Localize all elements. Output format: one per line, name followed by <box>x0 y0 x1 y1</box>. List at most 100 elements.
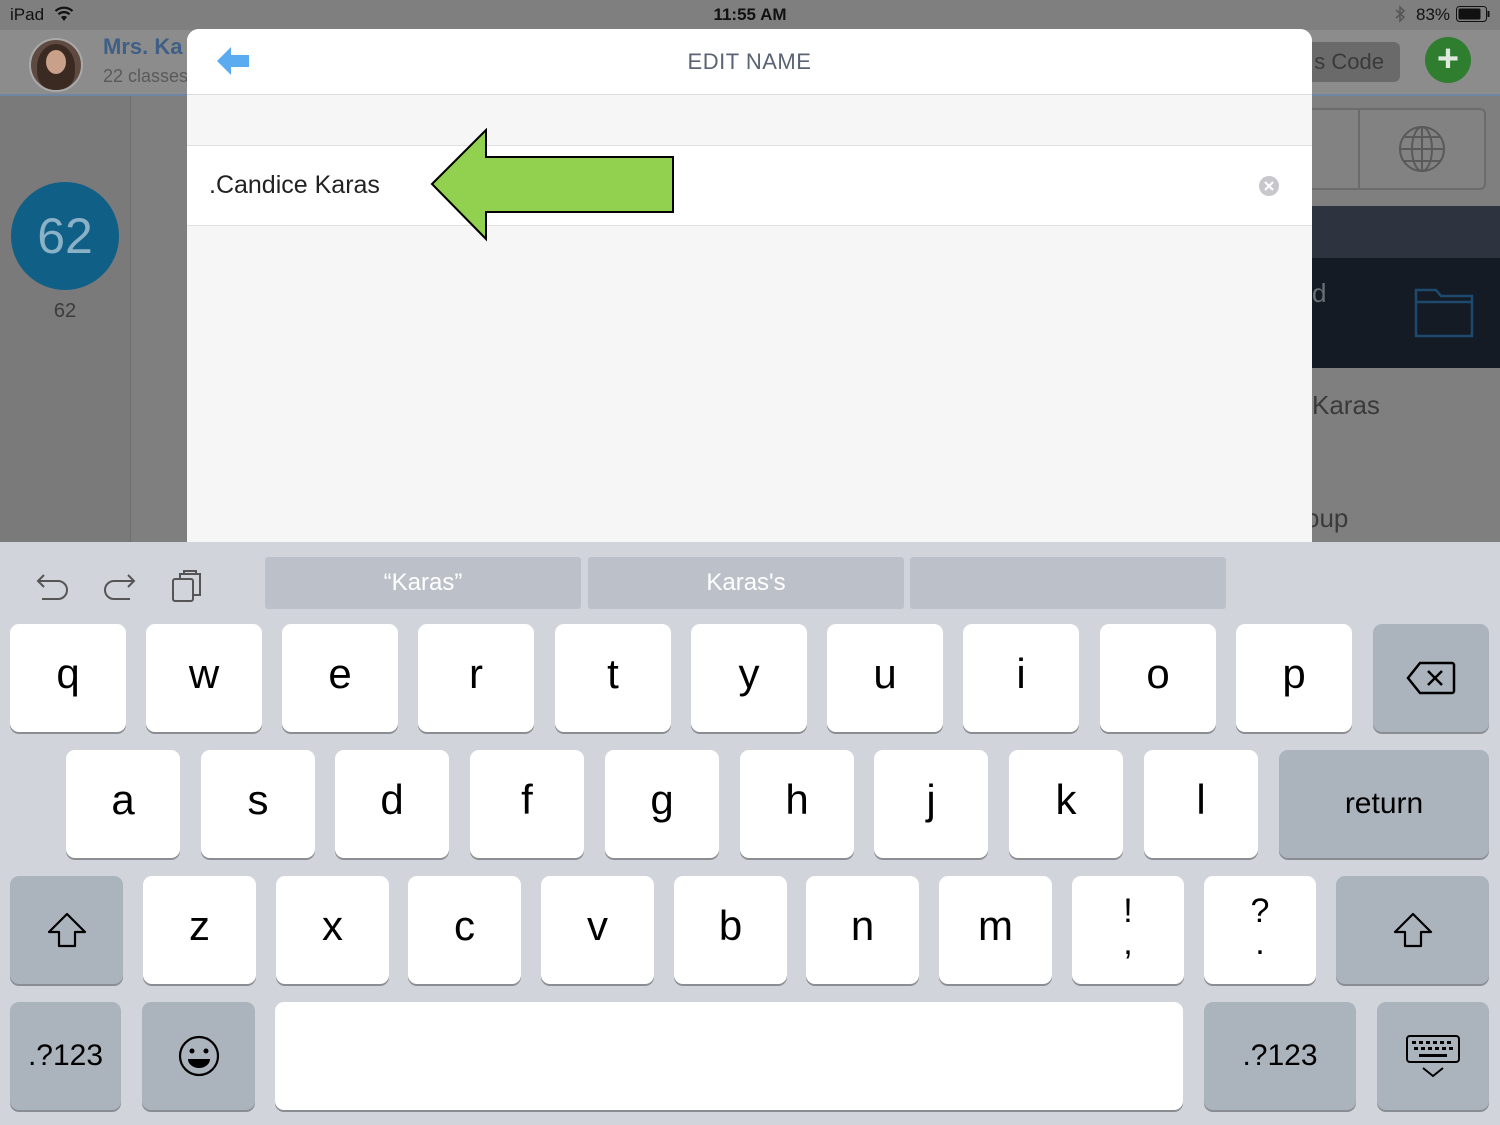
shift-icon <box>47 912 86 948</box>
key-label: d <box>380 776 404 823</box>
key-label: p <box>1282 650 1306 697</box>
undo-icon[interactable] <box>34 571 70 603</box>
dark-row-text: d <box>1312 278 1327 308</box>
shift-key-left[interactable] <box>10 876 123 984</box>
key-h[interactable]: h <box>740 750 854 858</box>
key-label: u <box>873 650 897 697</box>
key-label: a <box>111 776 135 823</box>
key-e[interactable]: e <box>282 624 398 732</box>
key-y[interactable]: y <box>691 624 807 732</box>
name-field-row <box>187 145 1312 226</box>
key-f[interactable]: f <box>470 750 584 858</box>
key-label-bottom: , <box>1123 924 1133 962</box>
key-u[interactable]: u <box>827 624 943 732</box>
suggestion-1[interactable]: “Karas” <box>265 557 581 609</box>
key-label: v <box>587 902 608 949</box>
key-label: q <box>56 650 80 697</box>
name-input[interactable] <box>209 166 1219 204</box>
key-r[interactable]: r <box>418 624 534 732</box>
key-label: w <box>188 650 220 697</box>
space-key[interactable] <box>275 1002 1183 1110</box>
key-q[interactable]: q <box>10 624 126 732</box>
key-label: .?123 <box>27 1039 104 1072</box>
key-label-top: ? <box>1250 892 1270 930</box>
numbers-key-right[interactable]: .?123 <box>1204 1002 1356 1110</box>
battery-icon <box>1456 6 1490 22</box>
suggestion-3[interactable] <box>910 557 1226 609</box>
backspace-key[interactable] <box>1373 624 1489 732</box>
key-label: t <box>607 650 619 697</box>
key-k[interactable]: k <box>1009 750 1123 858</box>
folder-icon <box>1414 288 1474 338</box>
key-l[interactable]: l <box>1144 750 1258 858</box>
key-label: i <box>1016 650 1026 697</box>
clear-icon[interactable] <box>1258 175 1280 197</box>
key-label: .?123 <box>1242 1039 1318 1072</box>
key-v[interactable]: v <box>541 876 654 984</box>
key-label: x <box>322 902 343 949</box>
key-label: c <box>454 902 475 949</box>
key-label-bottom: . <box>1255 924 1265 962</box>
keyboard-dismiss-icon <box>1406 1035 1460 1078</box>
key-label: s <box>247 776 269 823</box>
key-n[interactable]: n <box>806 876 919 984</box>
key-label: m <box>978 902 1013 949</box>
key-label: k <box>1055 776 1077 823</box>
key-label: f <box>521 776 533 823</box>
key-label: l <box>1196 776 1206 823</box>
key-exclaim-comma[interactable]: ! , <box>1072 876 1184 984</box>
edit-name-modal: EDIT NAME <box>187 29 1312 549</box>
key-a[interactable]: a <box>66 750 180 858</box>
key-label: o <box>1146 650 1170 697</box>
key-i[interactable]: i <box>963 624 1079 732</box>
teacher-name: Mrs. Ka <box>103 34 183 59</box>
key-o[interactable]: o <box>1100 624 1216 732</box>
emoji-icon <box>178 1035 219 1077</box>
key-label: h <box>785 776 809 823</box>
emoji-key[interactable] <box>142 1002 255 1110</box>
backspace-icon <box>1406 661 1456 695</box>
key-d[interactable]: d <box>335 750 449 858</box>
classes-count: 22 classes <box>103 66 189 86</box>
key-c[interactable]: c <box>408 876 521 984</box>
score-circle: 62 <box>11 182 119 290</box>
globe-icon <box>1399 126 1445 172</box>
score-label: 62 <box>53 300 77 322</box>
return-key[interactable]: return <box>1279 750 1489 858</box>
key-b[interactable]: b <box>674 876 787 984</box>
key-label-top: ! <box>1123 892 1133 930</box>
status-time: 11:55 AM <box>713 5 787 24</box>
bluetooth-icon <box>1395 5 1406 23</box>
key-m[interactable]: m <box>939 876 1052 984</box>
key-label: e <box>328 650 352 697</box>
key-question-period[interactable]: ? . <box>1204 876 1316 984</box>
suggestion-2[interactable]: Karas's <box>588 557 904 609</box>
key-z[interactable]: z <box>143 876 256 984</box>
key-label: r <box>469 650 483 697</box>
status-bar: iPad 11:55 AM 83% <box>0 0 1500 30</box>
key-s[interactable]: s <box>201 750 315 858</box>
toolbar-group <box>1300 108 1486 190</box>
key-label: j <box>926 776 936 823</box>
green-arrow-annotation <box>430 128 674 242</box>
avatar <box>29 38 83 92</box>
keyboard-dismiss-key[interactable] <box>1377 1002 1489 1110</box>
numbers-key-left[interactable]: .?123 <box>10 1002 121 1110</box>
background-name-row: Karas <box>1312 390 1380 420</box>
key-x[interactable]: x <box>276 876 389 984</box>
key-label: g <box>650 776 674 823</box>
key-g[interactable]: g <box>605 750 719 858</box>
key-w[interactable]: w <box>146 624 262 732</box>
shift-key-right[interactable] <box>1336 876 1489 984</box>
redo-icon[interactable] <box>102 571 138 603</box>
modal-title: EDIT NAME <box>687 49 812 74</box>
key-j[interactable]: j <box>874 750 988 858</box>
key-p[interactable]: p <box>1236 624 1352 732</box>
key-label: n <box>850 902 875 949</box>
key-label: b <box>718 902 743 949</box>
key-label: y <box>738 650 760 697</box>
key-t[interactable]: t <box>555 624 671 732</box>
key-label: z <box>189 902 210 949</box>
clipboard-icon[interactable] <box>170 569 204 605</box>
modal-header: EDIT NAME <box>187 29 1312 95</box>
